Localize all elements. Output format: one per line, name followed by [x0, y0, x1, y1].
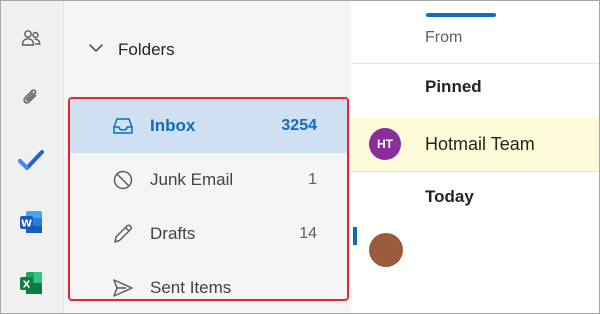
message-list: From Pinned HT Hotmail Team Today	[351, 1, 599, 313]
active-tab-indicator	[426, 13, 496, 17]
svg-text:X: X	[23, 280, 31, 291]
paperclip-icon	[20, 87, 42, 109]
send-icon	[110, 275, 136, 299]
folder-label: Sent Items	[150, 278, 232, 297]
pencil-icon	[110, 221, 136, 247]
unread-count: 3254	[281, 117, 317, 134]
avatar[interactable]	[369, 233, 403, 267]
folder-label: Inbox	[150, 116, 196, 135]
message-row-pinned[interactable]: HT Hotmail Team	[351, 117, 599, 171]
unread-count: 1	[308, 171, 317, 188]
folder-list-highlight: Inbox 3254 Junk Email 1 Drafts 14 Sent I…	[68, 97, 349, 301]
excel-button[interactable]: X	[14, 266, 48, 300]
folder-label: Junk Email	[150, 170, 234, 189]
column-header-from[interactable]: From	[425, 29, 462, 47]
section-header-today: Today	[425, 187, 474, 206]
todo-button[interactable]	[14, 143, 48, 177]
divider	[351, 171, 599, 172]
word-button[interactable]: W	[14, 205, 48, 239]
todo-check-icon	[17, 148, 45, 172]
app-rail: W X	[1, 1, 64, 313]
section-header-pinned: Pinned	[425, 77, 482, 96]
folder-item-inbox[interactable]: Inbox 3254	[70, 99, 347, 153]
folders-header[interactable]: Folders	[88, 35, 175, 65]
folder-item-drafts[interactable]: Drafts 14	[70, 207, 347, 261]
folder-pane: Folders Inbox 3254 Junk Email 1 Drafts 1…	[64, 1, 351, 313]
message-sender: Hotmail Team	[425, 133, 535, 154]
chevron-down-icon[interactable]	[88, 40, 104, 61]
folder-item-sent-items[interactable]: Sent Items	[70, 261, 347, 299]
folder-item-junk-email[interactable]: Junk Email 1	[70, 153, 347, 207]
word-icon: W	[18, 209, 44, 235]
divider	[351, 63, 599, 64]
excel-icon: X	[18, 270, 44, 296]
inbox-icon	[110, 113, 136, 139]
folder-label: Drafts	[150, 224, 196, 243]
junk-icon	[110, 167, 136, 193]
people-icon	[20, 27, 42, 49]
avatar: HT	[369, 128, 401, 160]
unread-indicator	[353, 227, 357, 245]
outlook-window: W X Folders Inbox 3254 Junk Email 1 Draf…	[0, 0, 600, 314]
folders-header-label: Folders	[118, 40, 175, 59]
svg-text:W: W	[21, 219, 32, 230]
people-button[interactable]	[14, 21, 48, 55]
item-count: 14	[299, 225, 317, 242]
files-button[interactable]	[14, 81, 48, 115]
